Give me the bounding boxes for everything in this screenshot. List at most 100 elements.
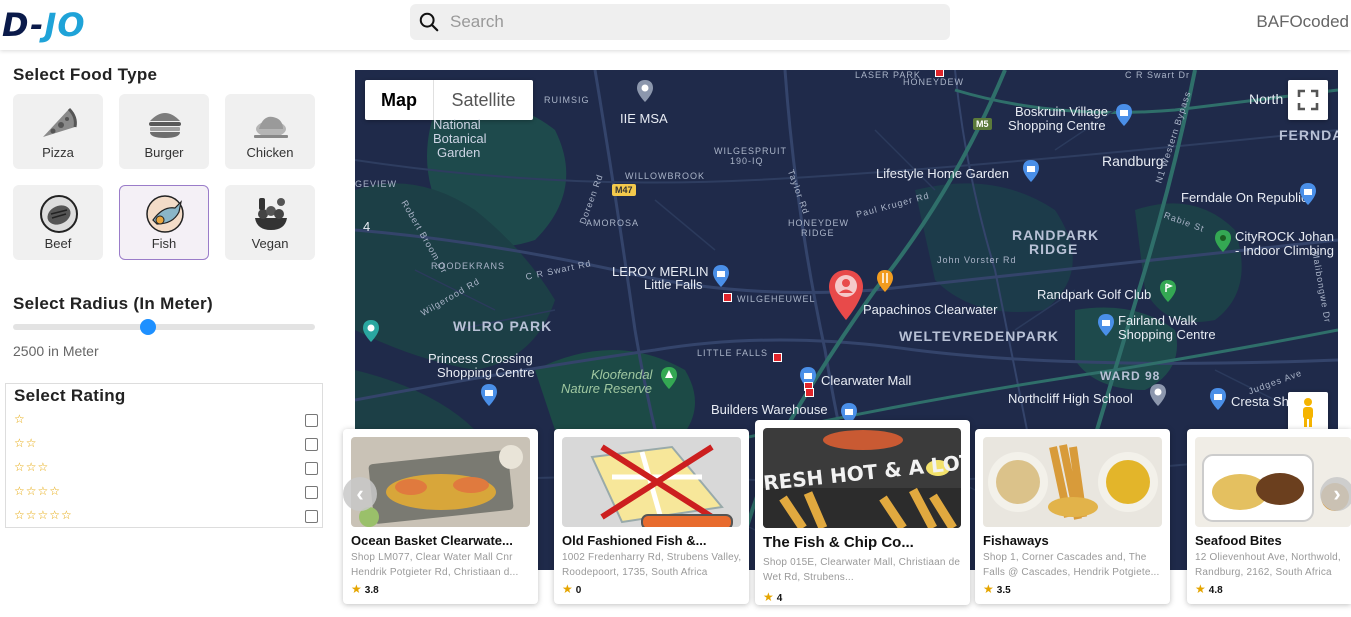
golf-pin-icon[interactable]	[1160, 280, 1176, 302]
star-icon: ★	[983, 582, 994, 596]
star-icon: ★	[763, 590, 774, 604]
search-bar[interactable]	[410, 4, 950, 40]
school-pin-icon[interactable]	[1150, 384, 1166, 406]
food-tile-chicken[interactable]: Chicken	[225, 94, 315, 169]
restaurant-card[interactable]: Ocean Basket Clearwate... Shop LM077, Cl…	[343, 429, 538, 604]
pizza-icon	[43, 107, 77, 137]
fish-shop-marker[interactable]	[723, 293, 732, 302]
map-label: LASER PARK	[855, 70, 921, 80]
school-pin-icon[interactable]	[637, 80, 653, 102]
fullscreen-button[interactable]	[1288, 80, 1328, 120]
map-label: IIE MSA	[620, 111, 668, 126]
restaurant-card-active[interactable]: FRESH HOT & A LOT The Fish & Chip Co... …	[755, 420, 970, 605]
shopping-pin-icon[interactable]	[481, 384, 497, 406]
fish-shop-marker[interactable]	[805, 388, 814, 397]
satellite-view-button[interactable]: Satellite	[433, 80, 533, 120]
carousel-prev-button[interactable]: ‹	[343, 477, 377, 511]
app-logo[interactable]: D-JO	[2, 6, 86, 44]
restaurant-name: The Fish & Chip Co...	[763, 534, 914, 551]
rating-stars: ☆☆☆☆☆	[14, 508, 73, 522]
map-label: Shopping Centre	[437, 365, 535, 380]
rating-option-2[interactable]: ☆☆	[14, 436, 318, 454]
rating-title: Select Rating	[14, 386, 126, 405]
rating-checkbox[interactable]	[305, 414, 318, 427]
food-tile-fish[interactable]: Fish	[119, 185, 209, 260]
map-label: RIDGE	[801, 228, 835, 238]
map-label: Northcliff High School	[1008, 391, 1133, 406]
restaurant-rating: ★ 3.5	[983, 582, 1011, 596]
map-label: Botanical	[433, 131, 487, 146]
restaurant-pin-icon[interactable]	[877, 270, 893, 292]
restaurant-rating: ★ 3.8	[351, 582, 379, 596]
map-label: RANDPARK	[1012, 227, 1100, 243]
map-label: Ferndale On Republic	[1181, 190, 1308, 205]
rating-checkbox[interactable]	[305, 438, 318, 451]
map-label: Fairland Walk	[1118, 313, 1197, 328]
food-tile-burger[interactable]: Burger	[119, 94, 209, 169]
rating-option-3[interactable]: ☆☆☆	[14, 460, 318, 478]
chevron-left-icon: ‹	[356, 481, 364, 506]
rating-option-4[interactable]: ☆☆☆☆	[14, 484, 318, 502]
park-pin-icon[interactable]	[363, 320, 379, 342]
vegan-icon	[255, 198, 287, 230]
radius-slider[interactable]	[13, 319, 315, 335]
street-view-pegman[interactable]	[1288, 392, 1328, 432]
rating-checkbox[interactable]	[305, 486, 318, 499]
map-label: National	[433, 117, 481, 132]
shopping-pin-icon[interactable]	[1210, 388, 1226, 410]
restaurant-card[interactable]: Fishaways Shop 1, Corner Cascades and, T…	[975, 429, 1170, 604]
rating-value: 4	[776, 593, 783, 604]
map-label: Boskruin Village	[1015, 104, 1108, 119]
fish-shop-marker[interactable]	[935, 70, 944, 77]
shopping-pin-icon[interactable]	[1300, 183, 1316, 205]
food-tile-pizza[interactable]: Pizza	[13, 94, 103, 169]
fish-shop-marker[interactable]	[773, 353, 782, 362]
map-label: WARD 98	[1100, 369, 1161, 383]
pegman-icon	[1303, 398, 1313, 427]
restaurant-photo	[562, 437, 741, 527]
map-label: North	[1249, 91, 1284, 107]
shopping-pin-icon[interactable]	[1098, 314, 1114, 336]
username[interactable]: BAFOcoded	[1256, 12, 1349, 32]
restaurant-photo: FRESH HOT & A LOT	[763, 428, 961, 528]
radius-slider-thumb[interactable]	[140, 319, 157, 335]
map-label: Builders Warehouse	[711, 402, 828, 417]
restaurant-card[interactable]: Seafood Bites 12 Olievenhout Ave, Northw…	[1187, 429, 1351, 604]
radius-title: Select Radius (In Meter)	[13, 294, 213, 313]
place-pin-icon[interactable]	[1215, 230, 1231, 252]
map-view-button[interactable]: Map	[365, 80, 433, 120]
park-pin-icon[interactable]	[661, 367, 677, 389]
map-label: Princess Crossing	[428, 351, 533, 366]
beef-icon	[40, 195, 78, 233]
fish-icon	[146, 195, 184, 233]
restaurant-rating: ★ 0	[562, 582, 581, 596]
food-tile-vegan[interactable]: Vegan	[225, 185, 315, 260]
restaurant-name: Ocean Basket Clearwate...	[351, 533, 513, 548]
fullscreen-icon	[1297, 89, 1319, 111]
map-label: Clearwater Mall	[821, 373, 912, 388]
map-label: Shopping Centre	[1008, 118, 1106, 133]
carousel-next-button[interactable]: ›	[1320, 477, 1351, 511]
restaurant-address: 12 Olievenhout Ave, Northwold, Randburg,…	[1195, 552, 1341, 578]
map-label: GEVIEW	[355, 179, 398, 189]
food-label-burger: Burger	[144, 145, 184, 160]
rating-option-1[interactable]: ☆	[14, 412, 318, 430]
restaurant-card[interactable]: Old Fashioned Fish &... 1002 Fredenharry…	[554, 429, 749, 604]
map-label: AMOROSA	[586, 218, 640, 228]
rating-stars: ☆☆☆	[14, 460, 50, 474]
shopping-pin-icon[interactable]	[1023, 160, 1039, 182]
food-type-title: Select Food Type	[13, 65, 158, 84]
search-input[interactable]	[450, 4, 940, 40]
map-label: 4	[363, 219, 371, 234]
logo-left-text: D-	[2, 6, 45, 44]
food-tile-beef[interactable]: Beef	[13, 185, 103, 260]
map-label: WILLOWBROOK	[625, 171, 706, 181]
rating-option-5[interactable]: ☆☆☆☆☆	[14, 508, 318, 526]
rating-value: 0	[575, 585, 582, 596]
rating-checkbox[interactable]	[305, 462, 318, 475]
shopping-pin-icon[interactable]	[713, 265, 729, 287]
map-label: WILRO PARK	[453, 318, 553, 334]
user-location-pin-icon[interactable]	[829, 270, 863, 320]
rating-checkbox[interactable]	[305, 510, 318, 523]
shopping-pin-icon[interactable]	[1116, 104, 1132, 126]
